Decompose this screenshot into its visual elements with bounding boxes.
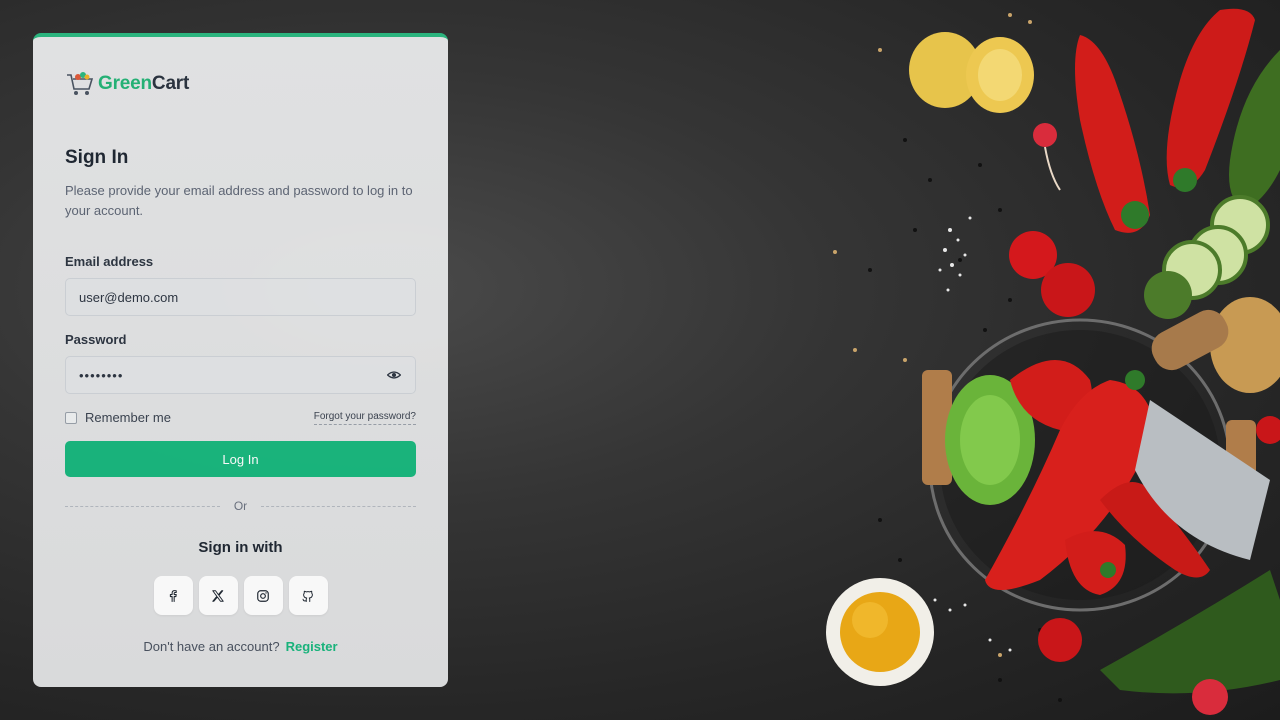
password-label: Password [65,332,127,347]
login-button[interactable]: Log In [65,441,416,477]
remember-me[interactable]: Remember me [65,410,171,425]
register-row: Don't have an account? Register [65,639,416,654]
email-label: Email address [65,254,154,269]
forgot-password-link[interactable]: Forgot your password? [313,411,416,425]
x-button[interactable] [198,576,238,615]
page-title: Sign In [65,147,129,168]
shopping-cart-icon [67,72,94,95]
brand-logo[interactable]: GreenCart [65,69,416,99]
remember-label: Remember me [85,410,171,425]
instagram-button[interactable] [243,576,283,615]
github-icon [302,590,313,602]
instagram-icon [257,589,269,602]
github-button[interactable] [288,576,328,615]
password-field[interactable] [65,356,373,394]
register-link[interactable]: Register [286,639,338,654]
login-card: GreenCart Sign In Please provide your em… [33,33,448,687]
divider: Or [65,499,416,513]
toggle-password-button[interactable] [372,356,416,394]
page-subtitle: Please provide your email address and pa… [65,183,413,218]
social-heading: Sign in with [198,539,283,556]
brand-name-green: Green [98,73,152,94]
divider-text: Or [233,499,248,513]
brand-name-dark: Cart [151,73,190,94]
social-buttons [65,576,416,615]
eye-icon [386,371,401,379]
remember-checkbox[interactable] [65,411,77,424]
email-field[interactable] [65,278,416,316]
facebook-button[interactable] [153,576,193,615]
register-prompt: Don't have an account? [143,639,280,654]
facebook-icon [169,589,177,602]
x-icon [212,589,224,602]
